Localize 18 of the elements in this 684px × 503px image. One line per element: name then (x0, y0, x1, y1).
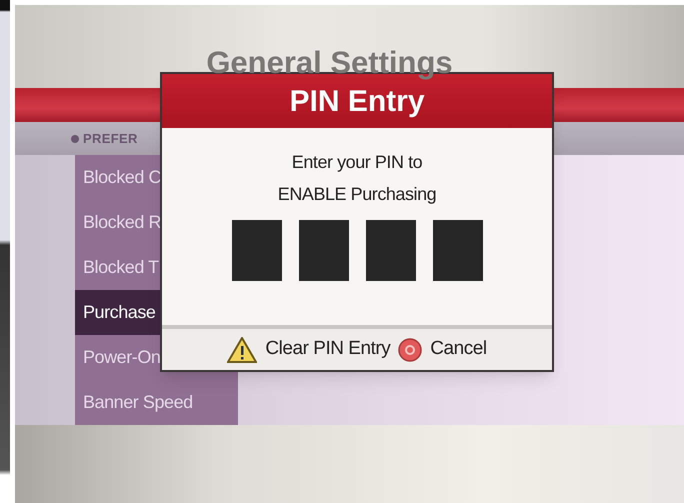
menu-item[interactable]: Blocked C (83, 164, 161, 191)
menu-item[interactable]: Power-On (83, 344, 160, 371)
prompt-text: ENABLE Purchasing (278, 183, 436, 206)
warning-icon (227, 336, 258, 362)
section-label: PREFER (83, 130, 138, 148)
menu-item[interactable]: Purchase (83, 299, 156, 326)
pin-digit-box[interactable] (298, 220, 348, 281)
action-label[interactable]: Cancel (430, 335, 487, 364)
pin-digit-box[interactable] (366, 220, 416, 281)
menu-item[interactable]: Banner Speed (83, 389, 193, 416)
menu-item[interactable]: Blocked R (83, 209, 161, 236)
action-label[interactable]: Clear PIN Entry (265, 335, 390, 364)
bullet-icon (71, 134, 79, 142)
circle-button-icon (398, 338, 422, 362)
pin-digit-box[interactable] (232, 220, 282, 281)
pin-digit-box[interactable] (432, 220, 482, 281)
prompt-text: Enter your PIN to (292, 151, 422, 174)
menu-item[interactable]: Blocked T (83, 254, 159, 281)
